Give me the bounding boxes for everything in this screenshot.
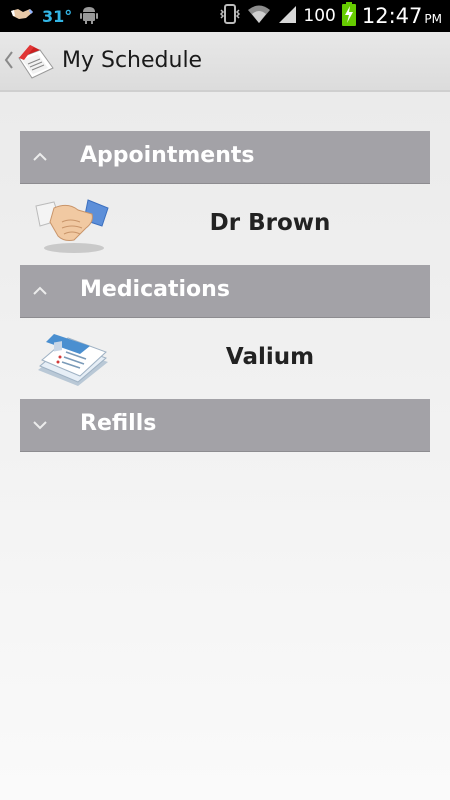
vibrate-icon (219, 3, 241, 29)
section-header-refills[interactable]: Refills (20, 399, 430, 452)
section-label: Medications (80, 277, 230, 302)
chevron-up-icon (32, 283, 48, 299)
back-chevron-icon[interactable] (4, 50, 14, 70)
item-label: Valium (225, 344, 315, 370)
prescription-pad-icon (34, 326, 110, 390)
clock-ampm: PM (424, 12, 442, 26)
status-bar: 31° 100 12:47 PM (0, 0, 450, 32)
chevron-up-icon (32, 149, 48, 165)
clock: 12:47 PM (362, 4, 442, 28)
section-label: Refills (80, 411, 157, 436)
handshake-icon (34, 192, 110, 256)
section-label: Appointments (80, 143, 255, 168)
android-icon (80, 4, 99, 28)
app-logo-icon[interactable] (16, 42, 56, 82)
action-bar: My Schedule (0, 32, 450, 92)
section-header-appointments[interactable]: Appointments (20, 131, 430, 184)
battery-charging-icon (341, 2, 356, 30)
section-header-medications[interactable]: Medications (20, 265, 430, 318)
page-title: My Schedule (62, 48, 203, 73)
status-left: 31° (10, 0, 99, 32)
signal-icon (277, 4, 297, 28)
item-label: Dr Brown (209, 210, 331, 236)
weather-temperature: 31° (42, 6, 73, 26)
clock-time: 12:47 (361, 4, 423, 28)
wifi-icon (247, 4, 271, 28)
list-item-medication[interactable]: Valium (20, 318, 430, 400)
list-item-appointment[interactable]: Dr Brown (20, 184, 430, 266)
battery-percent: 100 (303, 6, 336, 26)
chevron-down-icon (32, 417, 48, 433)
notification-handshake-icon (10, 6, 34, 26)
status-right: 100 12:47 PM (219, 0, 442, 32)
